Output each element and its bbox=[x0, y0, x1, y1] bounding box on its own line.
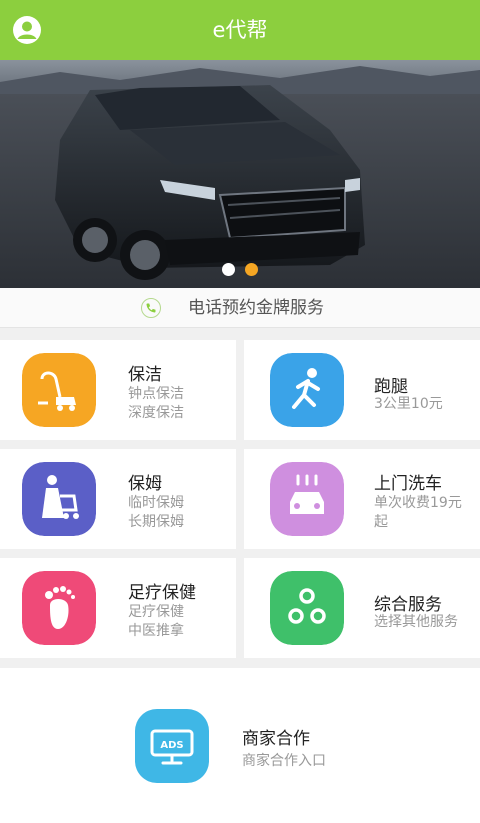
service-subtitle: 钟点保洁 bbox=[128, 386, 184, 402]
service-subtitle: 起 bbox=[374, 514, 388, 530]
service-card-cleaning[interactable]: 保洁 钟点保洁 深度保洁 bbox=[0, 340, 236, 440]
service-title: 保洁 bbox=[128, 365, 162, 385]
promo-banner[interactable] bbox=[0, 60, 480, 288]
service-card-errand[interactable]: 跑腿 3公里10元 bbox=[244, 340, 480, 440]
ads-icon-text: ADS bbox=[160, 740, 183, 751]
service-title: 足疗保健 bbox=[128, 583, 196, 603]
car-wash-icon bbox=[270, 462, 344, 536]
vacuum-cleaner-icon bbox=[22, 353, 96, 427]
service-subtitle: 选择其他服务 bbox=[374, 614, 458, 630]
service-title: 保姆 bbox=[128, 474, 162, 494]
service-card-general[interactable]: 综合服务 选择其他服务 bbox=[244, 558, 480, 658]
service-subtitle: 中医推拿 bbox=[128, 623, 184, 639]
phone-reservation-text: 电话预约金牌服务 bbox=[188, 298, 324, 318]
three-circles-icon bbox=[270, 571, 344, 645]
service-card-foot-massage[interactable]: 足疗保健 足疗保健 中医推拿 bbox=[0, 558, 236, 658]
nanny-stroller-icon bbox=[22, 462, 96, 536]
phone-reservation-bar[interactable]: 电话预约金牌服务 bbox=[0, 288, 480, 328]
service-subtitle: 长期保姆 bbox=[128, 514, 184, 530]
service-subtitle: 深度保洁 bbox=[128, 405, 184, 421]
app-title: e代帮 bbox=[212, 18, 268, 42]
partner-section[interactable]: ADS 商家合作 商家合作入口 bbox=[0, 668, 480, 823]
carousel-indicator bbox=[0, 263, 480, 276]
partner-title: 商家合作 bbox=[242, 729, 310, 749]
carousel-dot-1[interactable] bbox=[222, 263, 235, 276]
service-subtitle: 足疗保健 bbox=[128, 604, 184, 620]
service-card-nanny[interactable]: 保姆 临时保姆 长期保姆 bbox=[0, 449, 236, 549]
ads-monitor-icon: ADS bbox=[135, 709, 209, 783]
service-subtitle: 临时保姆 bbox=[128, 495, 184, 511]
app-header: e代帮 bbox=[0, 0, 480, 60]
foot-icon bbox=[22, 571, 96, 645]
phone-icon bbox=[141, 298, 161, 318]
partner-subtitle: 商家合作入口 bbox=[242, 753, 326, 769]
service-subtitle: 单次收费19元 bbox=[374, 495, 462, 511]
running-person-icon bbox=[270, 353, 344, 427]
service-title: 跑腿 bbox=[374, 377, 408, 397]
service-title: 上门洗车 bbox=[374, 474, 442, 494]
service-card-car-wash[interactable]: 上门洗车 单次收费19元 起 bbox=[244, 449, 480, 549]
car-photo bbox=[0, 60, 480, 288]
service-title: 综合服务 bbox=[374, 595, 442, 615]
carousel-dot-2-active[interactable] bbox=[245, 263, 258, 276]
service-subtitle: 3公里10元 bbox=[374, 396, 443, 412]
